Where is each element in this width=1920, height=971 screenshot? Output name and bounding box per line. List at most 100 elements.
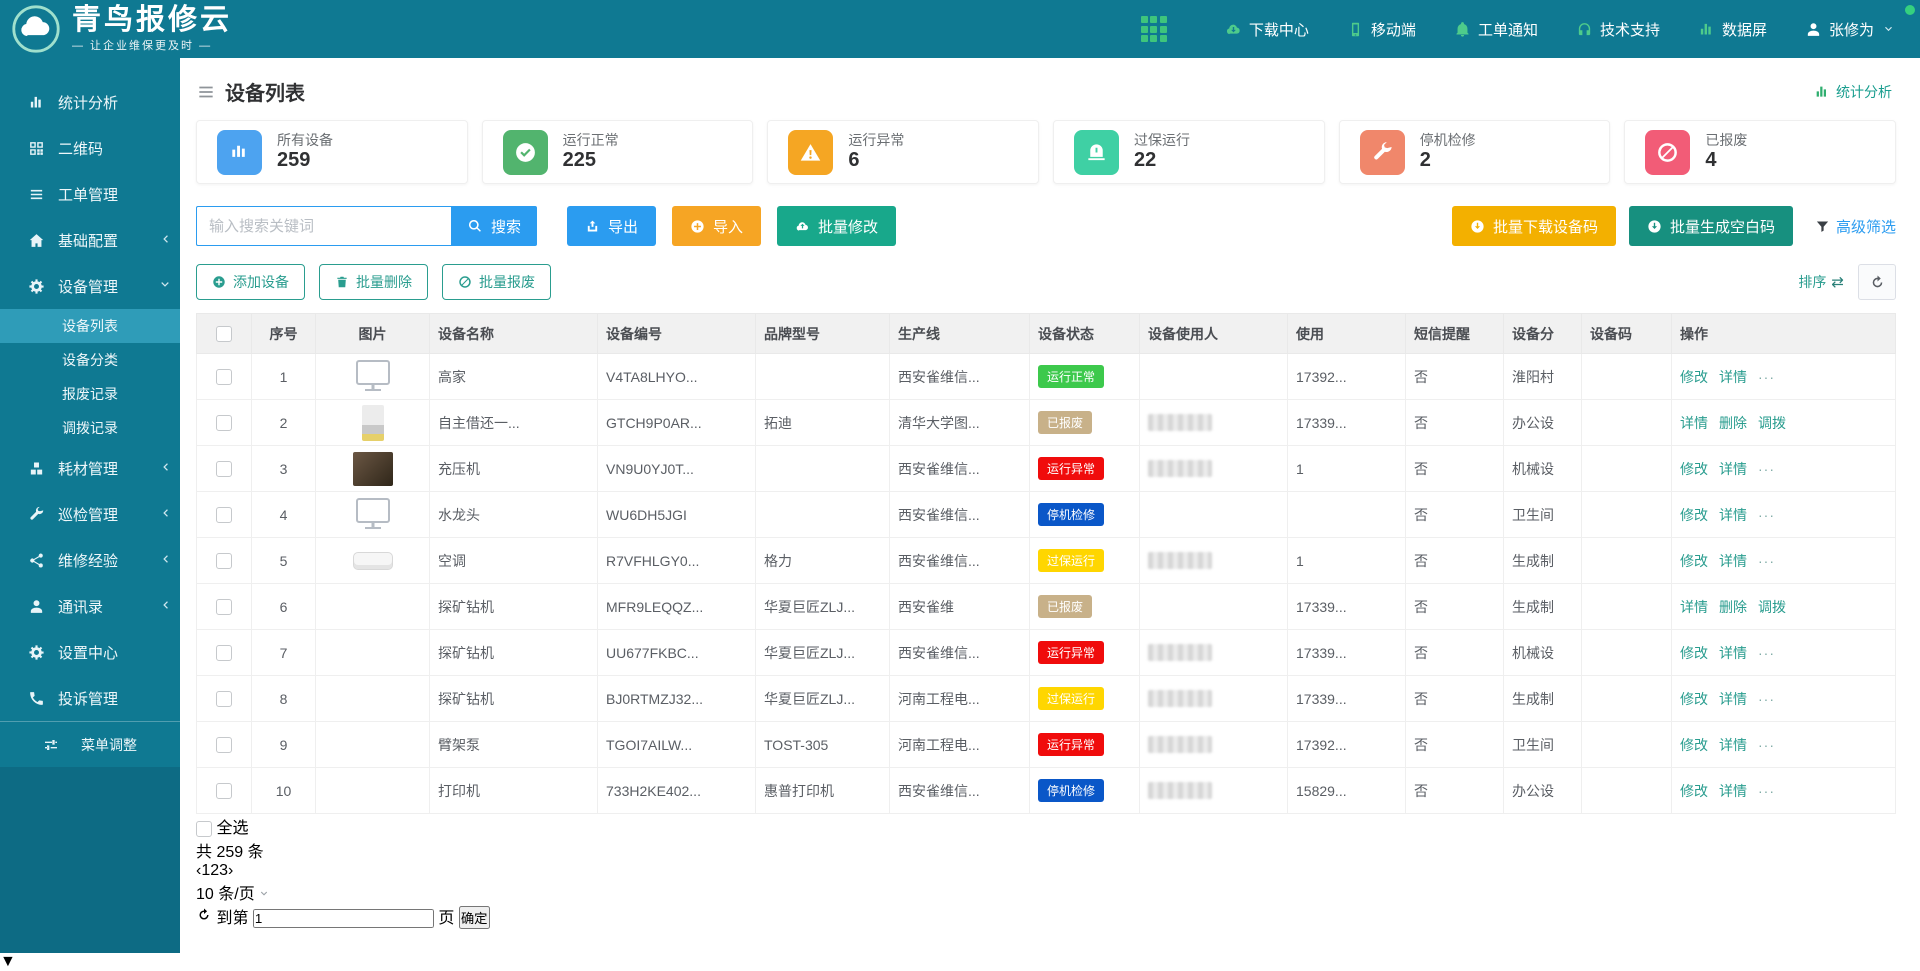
more-actions-link[interactable]: ··· bbox=[1758, 461, 1775, 477]
row-checkbox[interactable] bbox=[216, 369, 232, 385]
page-button-1[interactable]: 1 bbox=[201, 862, 210, 879]
refresh-table-button[interactable] bbox=[1858, 264, 1896, 300]
op-link[interactable]: 调拨 bbox=[1758, 599, 1786, 615]
action-button-1[interactable]: 批量删除 bbox=[319, 264, 428, 300]
sidebar-item-5[interactable]: 耗材管理 bbox=[0, 445, 180, 491]
row-checkbox[interactable] bbox=[216, 553, 232, 569]
more-actions-link[interactable]: ··· bbox=[1758, 645, 1775, 661]
toolbar-button-1[interactable]: 导入 bbox=[672, 206, 761, 246]
op-link[interactable]: 详情 bbox=[1719, 783, 1747, 799]
sidebar-item-3[interactable]: 基础配置 bbox=[0, 217, 180, 263]
more-actions-link[interactable]: ··· bbox=[1758, 691, 1775, 707]
toolbar-button-0[interactable]: 导出 bbox=[567, 206, 656, 246]
toolbar-button-label: 批量下载设备码 bbox=[1493, 216, 1598, 237]
action-button-0[interactable]: 添加设备 bbox=[196, 264, 305, 300]
goto-page-input[interactable] bbox=[253, 909, 434, 928]
more-actions-link[interactable]: ··· bbox=[1758, 507, 1775, 523]
op-link[interactable]: 修改 bbox=[1680, 783, 1708, 799]
op-link[interactable]: 修改 bbox=[1680, 691, 1708, 707]
cell-device-code-link[interactable]: BJ0RTMZJ32... bbox=[598, 676, 756, 722]
sidebar-item-4[interactable]: 设备管理 bbox=[0, 263, 180, 309]
sidebar-subitem-4-3[interactable]: 调拨记录 bbox=[0, 411, 180, 445]
sidebar-item-0[interactable]: 统计分析 bbox=[0, 79, 180, 125]
sidebar-item-6[interactable]: 巡检管理 bbox=[0, 491, 180, 537]
op-link[interactable]: 详情 bbox=[1719, 369, 1747, 385]
row-checkbox[interactable] bbox=[216, 599, 232, 615]
op-link[interactable]: 修改 bbox=[1680, 737, 1708, 753]
sidebar-item-1[interactable]: 二维码 bbox=[0, 125, 180, 171]
op-link[interactable]: 详情 bbox=[1719, 461, 1747, 477]
row-checkbox[interactable] bbox=[216, 737, 232, 753]
cell-device-code-link[interactable]: WU6DH5JGI bbox=[598, 492, 756, 538]
toolbar-button-2[interactable]: 批量修改 bbox=[777, 206, 896, 246]
nav-item-bar-chart[interactable]: 数据屏 bbox=[1698, 19, 1767, 40]
row-checkbox[interactable] bbox=[216, 415, 232, 431]
row-checkbox[interactable] bbox=[216, 507, 232, 523]
sidebar-item-7[interactable]: 维修经验 bbox=[0, 537, 180, 583]
toolbar-right-button-0[interactable]: 批量下载设备码 bbox=[1452, 206, 1616, 246]
op-link[interactable]: 修改 bbox=[1680, 553, 1708, 569]
op-link[interactable]: 详情 bbox=[1719, 645, 1747, 661]
select-all-checkbox[interactable] bbox=[196, 821, 212, 837]
op-link[interactable]: 修改 bbox=[1680, 645, 1708, 661]
cell-device-code-link[interactable]: TGOI7AILW... bbox=[598, 722, 756, 768]
nav-item-cloud-download[interactable]: 下载中心 bbox=[1225, 19, 1309, 40]
refresh-list-button[interactable] bbox=[196, 910, 212, 927]
more-actions-link[interactable]: ··· bbox=[1758, 553, 1775, 569]
cell-device-code-link[interactable]: 733H2KE402... bbox=[598, 768, 756, 814]
op-link[interactable]: 修改 bbox=[1680, 507, 1708, 523]
op-link[interactable]: 详情 bbox=[1680, 415, 1708, 431]
row-checkbox[interactable] bbox=[216, 645, 232, 661]
advanced-filter-link[interactable]: 高级筛选 bbox=[1815, 216, 1896, 237]
sidebar-item-2[interactable]: 工单管理 bbox=[0, 171, 180, 217]
op-link[interactable]: 详情 bbox=[1719, 553, 1747, 569]
next-page-button[interactable]: › bbox=[228, 862, 233, 879]
page-button-2[interactable]: 2 bbox=[210, 862, 219, 879]
op-link[interactable]: 删除 bbox=[1719, 599, 1747, 615]
cell-device-code-link[interactable]: VN9U0YJ0T... bbox=[598, 446, 756, 492]
toolbar-right-button-1[interactable]: 批量生成空白码 bbox=[1629, 206, 1793, 246]
device-photo bbox=[353, 774, 393, 808]
op-link[interactable]: 详情 bbox=[1719, 737, 1747, 753]
menu-adjust-button[interactable]: 菜单调整 bbox=[0, 721, 180, 767]
stats-analysis-link[interactable]: 统计分析 bbox=[1814, 82, 1892, 102]
sidebar-subitem-4-0[interactable]: 设备列表 bbox=[0, 309, 180, 343]
header-checkbox[interactable] bbox=[216, 326, 232, 342]
nav-item-bell[interactable]: 工单通知 bbox=[1454, 19, 1538, 40]
op-link[interactable]: 详情 bbox=[1719, 691, 1747, 707]
cell-device-code-link[interactable]: V4TA8LHYO... bbox=[598, 354, 756, 400]
more-actions-link[interactable]: ··· bbox=[1758, 783, 1775, 799]
more-actions-link[interactable]: ··· bbox=[1758, 737, 1775, 753]
action-button-2[interactable]: 批量报废 bbox=[442, 264, 551, 300]
search-input[interactable] bbox=[196, 206, 451, 246]
user-menu[interactable]: 张修为 bbox=[1805, 19, 1894, 40]
nav-item-headset[interactable]: 技术支持 bbox=[1576, 19, 1660, 40]
op-link[interactable]: 删除 bbox=[1719, 415, 1747, 431]
sidebar-item-8[interactable]: 通讯录 bbox=[0, 583, 180, 629]
op-link[interactable]: 调拨 bbox=[1758, 415, 1786, 431]
cell-device-code-link[interactable]: MFR9LEQQZ... bbox=[598, 584, 756, 630]
cell-device-code-link[interactable]: UU677FKBC... bbox=[598, 630, 756, 676]
confirm-button[interactable]: 确定 bbox=[459, 906, 490, 929]
sidebar-subitem-4-2[interactable]: 报废记录 bbox=[0, 377, 180, 411]
row-checkbox[interactable] bbox=[216, 783, 232, 799]
cell-device-code-link[interactable]: R7VFHLGY0... bbox=[598, 538, 756, 584]
more-actions-link[interactable]: ··· bbox=[1758, 369, 1775, 385]
nav-item-mobile[interactable]: 移动端 bbox=[1347, 19, 1416, 40]
search-button[interactable]: 搜索 bbox=[451, 206, 537, 246]
sort-link[interactable]: 排序 ⇄ bbox=[1798, 272, 1844, 292]
cell-device-code-link[interactable]: GTCH9P0AR... bbox=[598, 400, 756, 446]
sidebar-item-10[interactable]: 投诉管理 bbox=[0, 675, 180, 721]
sidebar-subitem-4-1[interactable]: 设备分类 bbox=[0, 343, 180, 377]
apps-grid-icon[interactable] bbox=[1141, 16, 1167, 42]
scroll-down-arrow-icon[interactable]: ▼ bbox=[0, 953, 1920, 971]
row-checkbox[interactable] bbox=[216, 461, 232, 477]
op-link[interactable]: 详情 bbox=[1680, 599, 1708, 615]
row-checkbox[interactable] bbox=[216, 691, 232, 707]
op-link[interactable]: 详情 bbox=[1719, 507, 1747, 523]
op-link[interactable]: 修改 bbox=[1680, 369, 1708, 385]
page-button-3[interactable]: 3 bbox=[219, 862, 228, 879]
sidebar-item-9[interactable]: 设置中心 bbox=[0, 629, 180, 675]
page-size-select[interactable]: 10 条/页 bbox=[196, 880, 1896, 904]
op-link[interactable]: 修改 bbox=[1680, 461, 1708, 477]
